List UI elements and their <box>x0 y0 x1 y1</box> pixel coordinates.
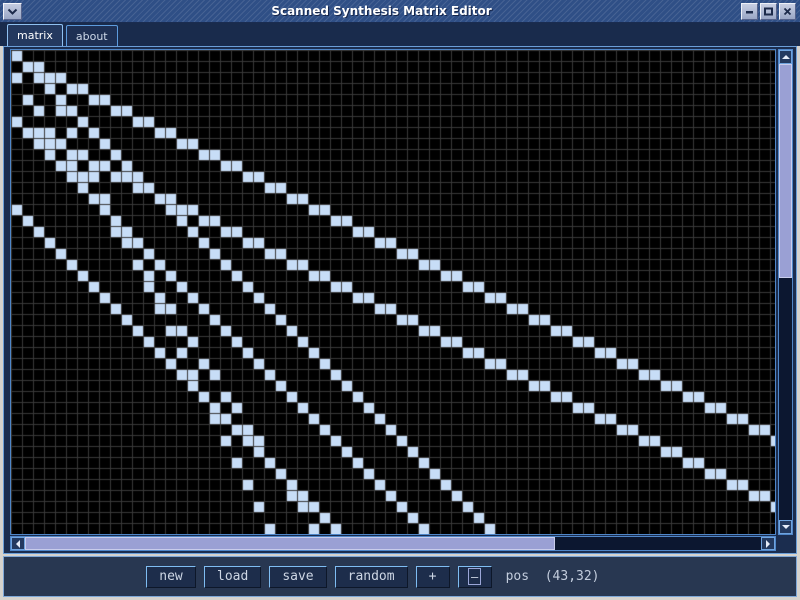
window-menu-button[interactable] <box>3 2 22 20</box>
minimize-button[interactable] <box>741 2 758 20</box>
zoom-in-button[interactable]: + <box>415 565 450 588</box>
scroll-left-button[interactable] <box>11 537 25 550</box>
random-button[interactable]: random <box>334 565 408 588</box>
close-icon <box>783 7 792 15</box>
window-controls <box>741 2 796 20</box>
application-window: Scanned Synthesis Matrix Editor matrix a… <box>0 0 800 600</box>
window-title: Scanned Synthesis Matrix Editor <box>271 4 492 18</box>
close-button[interactable] <box>779 2 796 20</box>
load-button[interactable]: load <box>204 565 262 588</box>
new-button[interactable]: new <box>146 565 196 588</box>
vertical-scrollbar[interactable] <box>778 49 793 535</box>
tab-strip: matrix about <box>0 23 800 46</box>
bottom-toolbar: new load save random + – pos (43,32) <box>3 556 797 597</box>
triangle-right-icon <box>766 539 770 548</box>
scroll-up-button[interactable] <box>779 50 792 64</box>
tab-matrix[interactable]: matrix <box>7 24 63 46</box>
chevron-down-icon <box>7 8 18 15</box>
tab-about[interactable]: about <box>65 25 118 46</box>
vertical-scroll-thumb[interactable] <box>779 64 792 279</box>
maximize-button[interactable] <box>760 2 777 20</box>
position-readout: pos (43,32) <box>505 569 600 584</box>
horizontal-scroll-thumb[interactable] <box>25 537 555 550</box>
scroll-right-button[interactable] <box>761 537 775 550</box>
matrix-grid[interactable] <box>10 49 776 535</box>
horizontal-scrollbar[interactable] <box>10 536 776 551</box>
save-button[interactable]: save <box>269 565 327 588</box>
matrix-canvas[interactable] <box>11 50 775 534</box>
triangle-up-icon <box>781 55 790 59</box>
triangle-left-icon <box>16 539 20 548</box>
minus-icon: – <box>468 568 482 585</box>
minimize-icon <box>746 10 753 13</box>
maximize-icon <box>764 7 773 15</box>
scroll-down-button[interactable] <box>779 520 792 534</box>
triangle-down-icon <box>781 525 790 529</box>
zoom-out-button[interactable]: – <box>457 565 492 588</box>
title-bar: Scanned Synthesis Matrix Editor <box>0 0 800 23</box>
matrix-panel <box>3 46 797 554</box>
